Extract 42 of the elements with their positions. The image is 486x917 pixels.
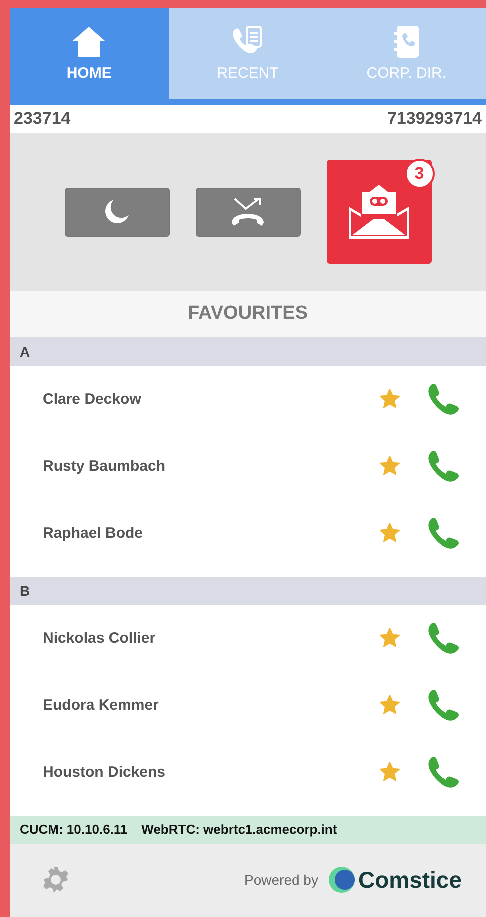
star-icon[interactable] [380,456,400,476]
group-header: A [10,338,486,366]
home-icon [71,25,108,60]
call-button[interactable] [426,515,462,552]
phone-icon [426,687,462,724]
call-button[interactable] [426,687,462,724]
call-forward-button[interactable] [196,188,300,237]
star-icon[interactable] [380,389,400,410]
call-button[interactable] [426,620,462,656]
voicemail-envelope-icon [348,183,410,242]
extension-number: 233714 [14,109,71,130]
status-text: WebRTC: webrtc1.acmecorp.int [142,822,338,838]
brand-name: Comstice [358,866,462,894]
forward-call-icon [230,196,266,228]
count-badge: 3 [404,159,434,190]
section-title: FAVOURITES [10,291,486,338]
contact-name: Raphael Bode [43,524,144,542]
star-icon[interactable] [380,523,400,544]
do-not-disturb-button[interactable] [64,188,170,237]
voicemail-button[interactable]: 3 [326,160,432,264]
star-icon[interactable] [380,628,400,648]
phone-number: 7139293714 [387,109,482,130]
contact-name: Eudora Kemmer [43,696,160,714]
powered-by-text: Powered by [244,872,318,888]
phone-icon [426,515,462,552]
status-text: CUCM: 10.10.6.11 [20,822,128,838]
phone-icon [426,754,462,790]
call-button[interactable] [426,448,462,484]
star-icon[interactable] [380,695,400,716]
contact-name: Rusty Baumbach [43,458,167,475]
settings-button[interactable] [42,866,70,894]
phone-icon [426,381,462,418]
call-button[interactable] [426,754,462,790]
contact-name: Houston Dickens [43,764,167,781]
contact-name: Clare Deckow [43,390,142,408]
star-icon[interactable] [380,762,400,782]
group-header: B [10,576,486,605]
phone-icon [426,620,462,656]
brand-logo-icon [328,866,356,894]
phone-icon [426,448,462,484]
call-button[interactable] [426,381,462,418]
contact-name: Nickolas Collier [43,630,157,647]
